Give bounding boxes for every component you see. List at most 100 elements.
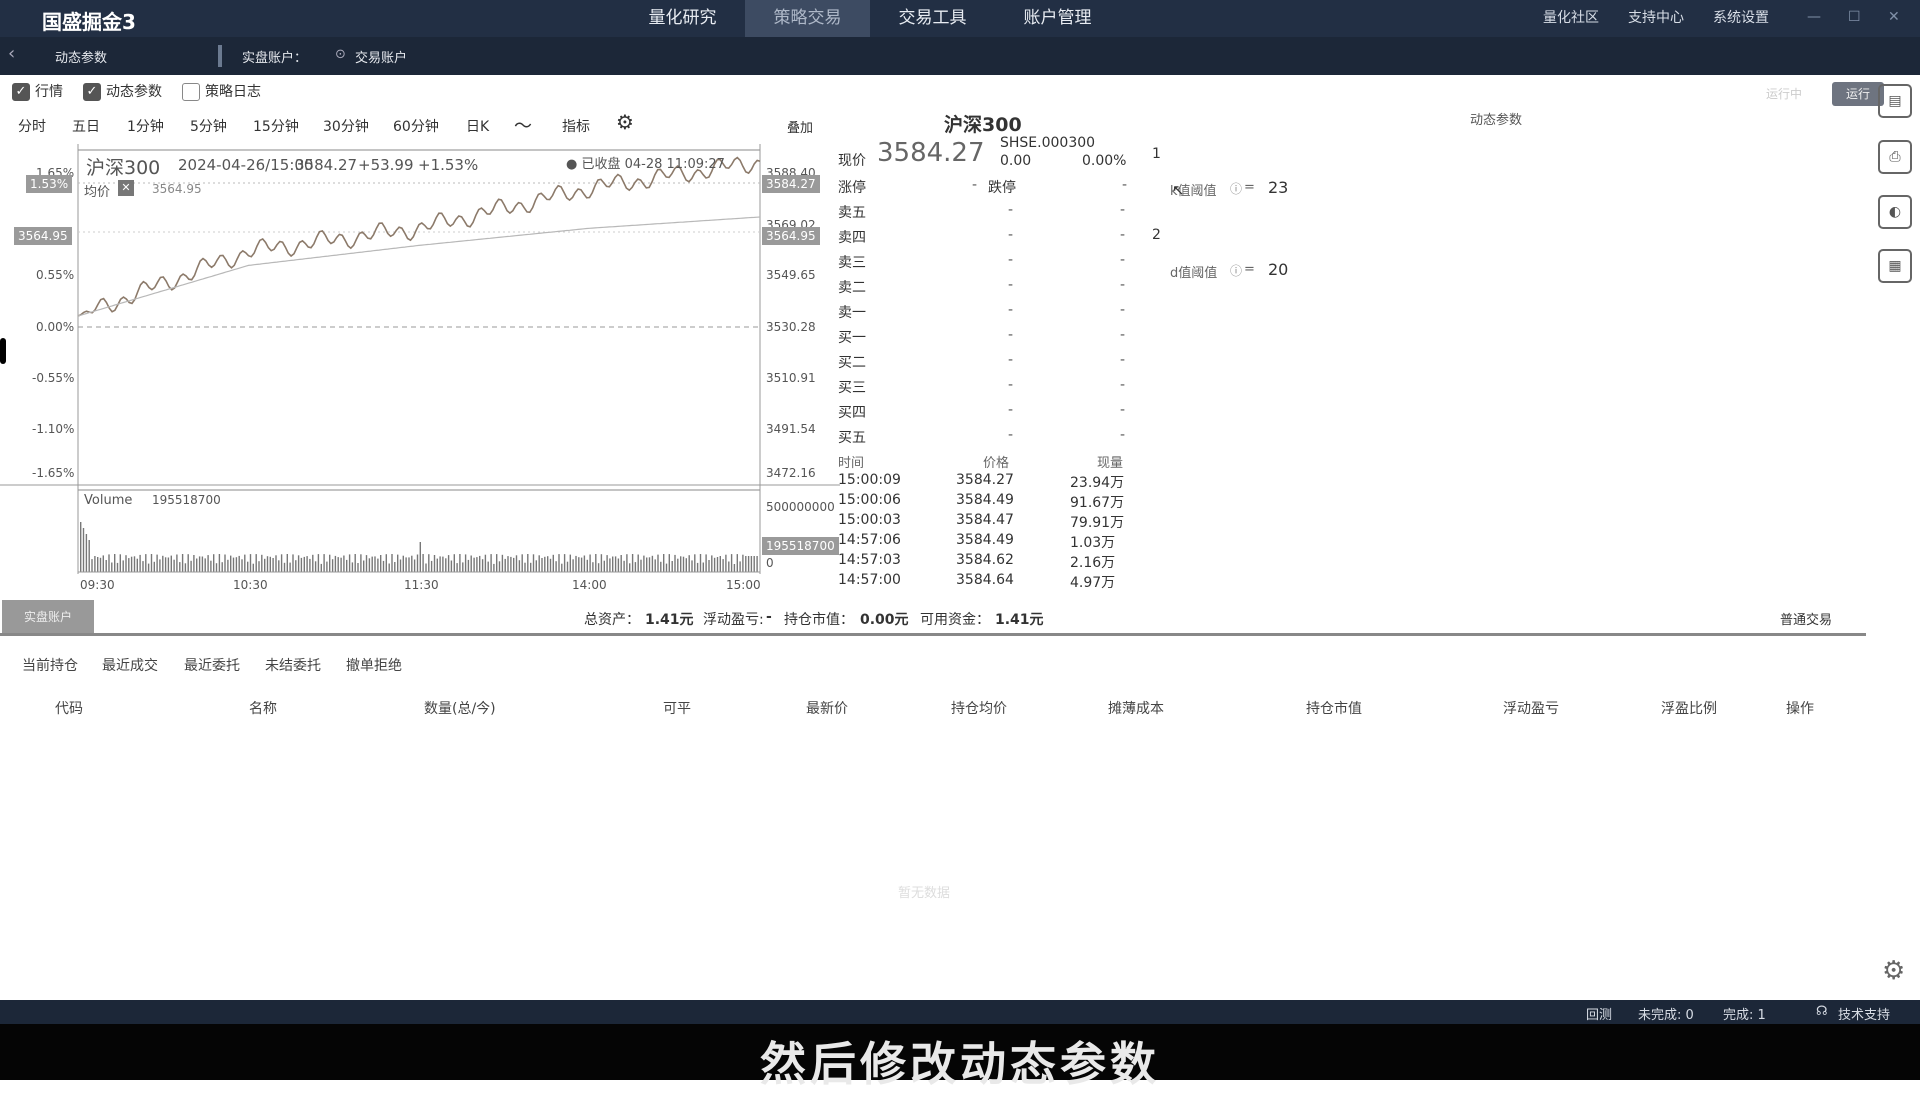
now-price: 3584.27 <box>877 138 985 168</box>
close-avg-icon[interactable]: ✕ <box>118 180 134 196</box>
tab-current-positions[interactable]: 当前持仓 <box>22 655 78 675</box>
param-value-k[interactable]: 23 <box>1268 178 1288 197</box>
line-style-icon[interactable]: 〜 <box>514 112 532 138</box>
param-value-d[interactable]: 20 <box>1268 260 1288 279</box>
checkbox-empty <box>182 83 200 101</box>
nav-quant-research[interactable]: 量化研究 <box>630 0 735 37</box>
volume-bar <box>337 557 339 572</box>
real-account-tab[interactable]: 实盘账户 <box>2 600 94 634</box>
volume-bar <box>745 556 747 572</box>
gear-icon[interactable]: ⚙ <box>616 110 634 134</box>
link-community[interactable]: 量化社区 <box>1543 0 1599 37</box>
nav-trade-tools[interactable]: 交易工具 <box>880 0 985 37</box>
volume-bar <box>501 554 504 572</box>
col-header: 最新价 <box>806 701 848 717</box>
tab-cancel-reject[interactable]: 撤单拒绝 <box>346 655 402 675</box>
col-header: 摊薄成本 <box>1108 701 1164 717</box>
intraday-chart[interactable] <box>0 140 840 590</box>
period-tab[interactable]: 5分钟 <box>190 116 227 136</box>
volume-bar <box>722 559 724 572</box>
volume-bar <box>139 554 141 572</box>
volume-bar <box>504 558 506 572</box>
volume-bar <box>626 554 628 572</box>
trade-account-select[interactable]: 交易账户 <box>355 47 407 66</box>
floating-pnl-label: 浮动盈亏: <box>703 612 764 628</box>
total-assets: 1.41元 <box>645 612 694 628</box>
checkbox-strategy-log[interactable]: 策略日志 <box>182 81 261 101</box>
report-icon[interactable]: ▦ <box>1878 249 1912 283</box>
volume-bar <box>711 555 713 572</box>
volume-bar <box>561 563 563 572</box>
tech-support-link[interactable]: 技术支持 <box>1838 1004 1890 1023</box>
period-tab[interactable]: 1分钟 <box>127 116 164 136</box>
col-header: 持仓市值 <box>1306 701 1362 717</box>
book-label: 买四 <box>838 405 866 421</box>
minimize-icon[interactable]: — <box>1807 9 1821 25</box>
volume-bar <box>247 561 249 572</box>
volume-bar <box>481 559 484 572</box>
volume-bar <box>541 558 543 572</box>
volume-bar <box>589 554 591 572</box>
volume-bar <box>80 522 82 572</box>
volume-bar <box>125 555 127 572</box>
back-icon[interactable]: ‹ <box>8 43 15 64</box>
collapse-handle[interactable] <box>0 338 6 364</box>
avg-value: 3564.95 <box>152 182 202 196</box>
tab-recent-orders[interactable]: 最近委托 <box>184 655 240 675</box>
account-divider <box>0 633 1866 636</box>
checkbox-quote[interactable]: ✓ 行情 <box>12 81 63 101</box>
volume-bar <box>631 554 634 572</box>
volume-bar <box>249 554 252 572</box>
pending-count: 未完成: 0 <box>1638 1008 1694 1023</box>
period-tab[interactable]: 30分钟 <box>323 116 369 136</box>
period-tab[interactable]: 15分钟 <box>253 116 299 136</box>
indicator-button[interactable]: 指标 <box>562 116 590 136</box>
book-price: - <box>1008 327 1014 343</box>
volume-bar <box>640 559 642 572</box>
period-tab[interactable]: 日K <box>466 116 489 136</box>
volume-bar <box>479 555 481 572</box>
volume-bar <box>363 560 365 572</box>
left-tick: 0.55% <box>36 268 75 282</box>
nav-account-manage[interactable]: 账户管理 <box>1005 0 1110 37</box>
volume-bar <box>527 554 529 572</box>
gear-icon[interactable]: ⚙ <box>1882 956 1905 986</box>
volume-bar <box>303 556 305 572</box>
tab-open-orders[interactable]: 未结委托 <box>265 655 321 675</box>
volume-bar <box>258 561 260 572</box>
period-tab[interactable]: 五日 <box>72 116 100 136</box>
link-settings[interactable]: 系统设置 <box>1713 0 1769 37</box>
nav-strategy-trading[interactable]: 策略交易 <box>745 0 870 37</box>
volume-tick: 500000000 <box>766 500 835 514</box>
volume-bar <box>119 554 121 572</box>
run-button[interactable]: 运行 <box>1832 82 1884 106</box>
account-icon: ⊙ <box>335 47 346 62</box>
left-tick: -1.65% <box>32 466 75 480</box>
volume-bar <box>331 559 334 572</box>
checkbox-dyn-param[interactable]: ✓ 动态参数 <box>83 81 162 101</box>
overlay-button[interactable]: 叠加 <box>787 117 813 136</box>
volume-bar <box>583 555 586 572</box>
close-icon[interactable]: ✕ <box>1888 9 1900 25</box>
book-vol: - <box>1120 202 1126 218</box>
volume-bar <box>354 554 356 572</box>
maximize-icon[interactable]: ☐ <box>1848 9 1861 25</box>
shield-icon[interactable]: ◐ <box>1878 195 1912 229</box>
volume-bar <box>733 564 736 572</box>
param-panel-title: 动态参数 <box>1470 113 1523 128</box>
video-subtitle-bar: 然后修改动态参数 <box>0 1024 1920 1091</box>
link-support[interactable]: 支持中心 <box>1628 0 1684 37</box>
tick-vol: 1.03万 <box>1070 535 1116 551</box>
trade-mode-button[interactable]: 普通交易 <box>1780 609 1832 628</box>
save-icon[interactable]: ⎙ <box>1878 140 1912 174</box>
market-closed-label: ● 已收盘 04-28 11:09:27 <box>566 157 725 172</box>
period-tab[interactable]: 分时 <box>18 116 46 136</box>
tab-recent-trades[interactable]: 最近成交 <box>102 655 158 675</box>
volume-bar <box>153 561 155 572</box>
backtest-status[interactable]: 回测 <box>1586 1004 1612 1023</box>
period-tab[interactable]: 60分钟 <box>393 116 439 136</box>
volume-bar <box>433 555 436 572</box>
document-icon[interactable]: ▤ <box>1878 84 1912 118</box>
x-tick: 11:30 <box>404 578 439 592</box>
divider <box>218 45 222 67</box>
